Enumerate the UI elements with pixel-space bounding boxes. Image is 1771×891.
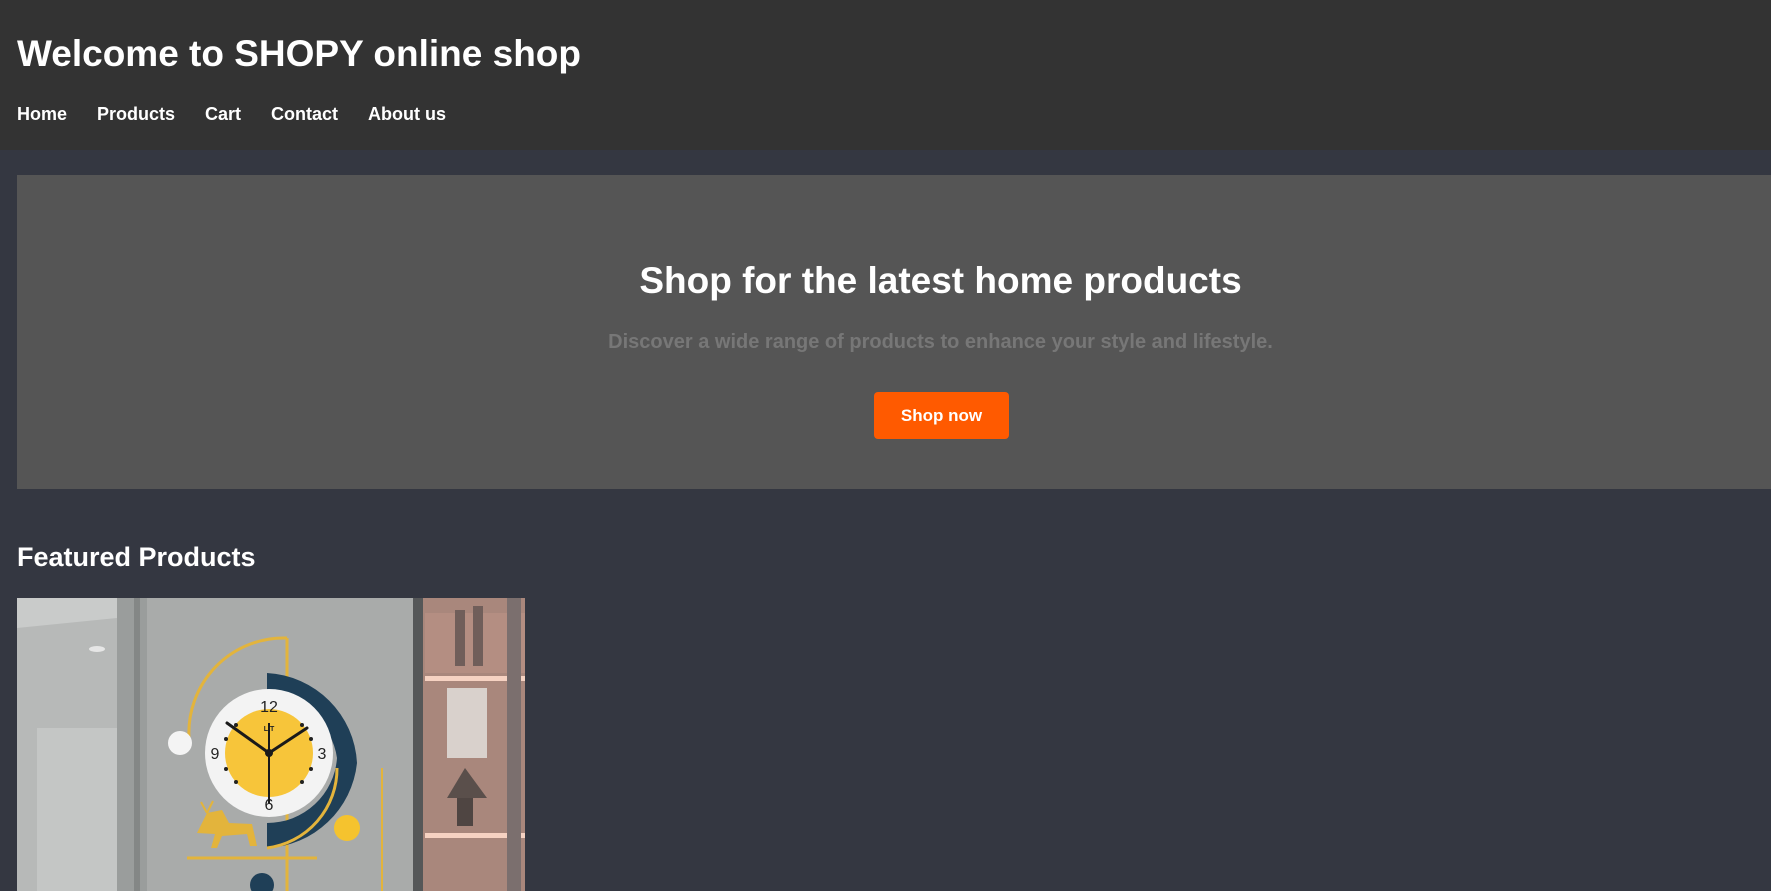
product-card[interactable]: 12 3 6 9 LIT: [17, 598, 525, 891]
nav-home-link[interactable]: Home: [17, 102, 67, 126]
wall-clock-product-image[interactable]: 12 3 6 9 LIT: [17, 598, 525, 891]
clock-number-9: 9: [211, 746, 220, 763]
nav-about-link[interactable]: About us: [368, 102, 446, 126]
hero-title: Shop for the latest home products: [639, 260, 1242, 301]
nav-cart-link[interactable]: Cart: [205, 102, 241, 126]
nav-contact-link[interactable]: Contact: [271, 102, 338, 126]
main-nav: Home Products Cart Contact About us: [17, 102, 446, 126]
featured-products-title: Featured Products: [17, 542, 256, 572]
shop-now-button[interactable]: Shop now: [874, 392, 1009, 439]
site-header: Welcome to SHOPY online shop Home Produc…: [0, 0, 1771, 150]
hero-subtitle: Discover a wide range of products to enh…: [608, 331, 1273, 353]
site-title: Welcome to SHOPY online shop: [17, 33, 581, 74]
nav-products-link[interactable]: Products: [97, 102, 175, 126]
clock-number-3: 3: [318, 746, 327, 763]
clock-number-12: 12: [260, 699, 278, 716]
